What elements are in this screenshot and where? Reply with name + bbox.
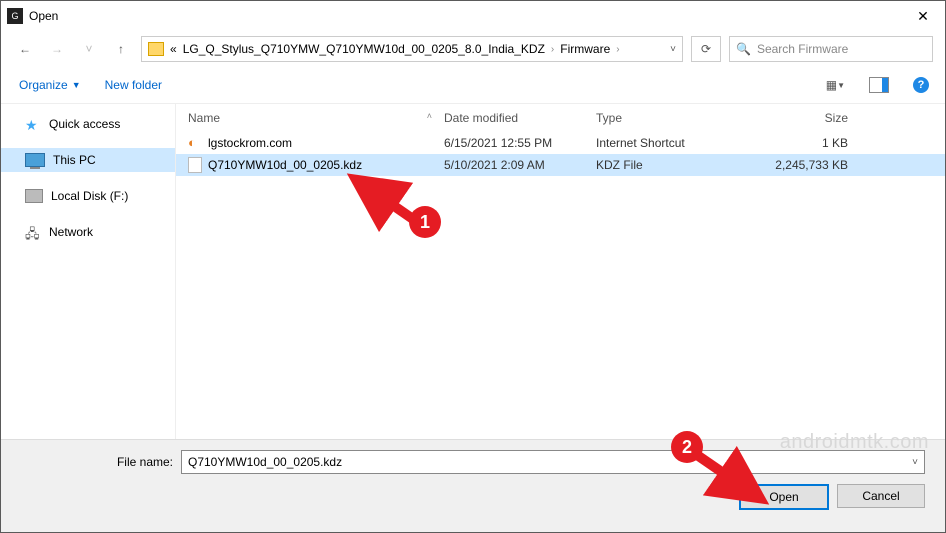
sidebar: ★ Quick access This PC Local Disk (F:) 🖧…: [1, 104, 176, 439]
file-type: KDZ File: [596, 158, 728, 172]
refresh-icon: ⟳: [701, 42, 711, 56]
preview-pane-button[interactable]: [869, 77, 889, 93]
view-icon: ▦: [826, 78, 834, 92]
cancel-button[interactable]: Cancel: [837, 484, 925, 508]
footer: File name: Q710YMW10d_00_0205.kdz ˅ Open…: [1, 439, 945, 532]
close-icon: ✕: [917, 8, 929, 25]
button-row: Open Cancel: [101, 484, 925, 510]
star-icon: ★: [25, 117, 41, 131]
organize-menu[interactable]: Organize ▼: [19, 78, 81, 92]
chevron-right-icon[interactable]: ›: [616, 44, 619, 55]
chevron-down-icon: ▼: [837, 81, 845, 90]
close-button[interactable]: ✕: [903, 1, 943, 31]
disk-icon: [25, 189, 43, 203]
file-row[interactable]: Q710YMW10d_00_0205.kdz 5/10/2021 2:09 AM…: [176, 154, 945, 176]
body: ★ Quick access This PC Local Disk (F:) 🖧…: [1, 104, 945, 439]
sidebar-item-this-pc[interactable]: This PC: [1, 148, 175, 172]
internet-shortcut-icon: ◐: [188, 135, 202, 151]
file-name-input[interactable]: Q710YMW10d_00_0205.kdz ˅: [181, 450, 925, 474]
search-placeholder: Search Firmware: [757, 42, 848, 56]
sidebar-item-local-disk[interactable]: Local Disk (F:): [1, 184, 175, 208]
sidebar-item-label: Quick access: [49, 117, 120, 131]
sidebar-item-quick-access[interactable]: ★ Quick access: [1, 112, 175, 136]
file-name-label: File name:: [101, 455, 173, 469]
new-folder-button[interactable]: New folder: [105, 78, 162, 92]
organize-label: Organize: [19, 78, 68, 92]
file-size: 1 KB: [728, 136, 868, 150]
column-size[interactable]: Size: [728, 111, 868, 125]
pc-icon: [25, 153, 45, 167]
chevron-down-icon: ▼: [72, 80, 81, 90]
annotation-marker-1: 1: [409, 206, 441, 238]
column-date[interactable]: Date modified: [444, 111, 596, 125]
file-size: 2,245,733 KB: [728, 158, 868, 172]
sidebar-item-network[interactable]: 🖧 Network: [1, 220, 175, 244]
file-name: Q710YMW10d_00_0205.kdz: [208, 158, 362, 172]
breadcrumb-current[interactable]: Firmware: [560, 42, 610, 56]
arrow-right-icon: →: [51, 42, 63, 56]
toolbar: Organize ▼ New folder ▦ ▼ ?: [1, 67, 945, 104]
chevron-down-icon[interactable]: ˅: [912, 457, 918, 468]
title-bar: G Open ✕: [1, 1, 945, 31]
file-name-row: File name: Q710YMW10d_00_0205.kdz ˅: [101, 450, 925, 474]
address-dropdown[interactable]: ˅: [670, 44, 676, 55]
sort-indicator-icon: ˄: [427, 111, 432, 121]
help-icon: ?: [918, 79, 925, 91]
recent-button[interactable]: ˅: [77, 37, 101, 61]
refresh-button[interactable]: ⟳: [691, 36, 721, 62]
file-row[interactable]: ◐ lgstockrom.com 6/15/2021 12:55 PM Inte…: [176, 132, 945, 154]
annotation-arrow-2: [689, 443, 779, 513]
chevron-right-icon[interactable]: ›: [551, 44, 554, 55]
arrow-up-icon: ↑: [118, 42, 124, 56]
breadcrumb-parent[interactable]: LG_Q_Stylus_Q710YMW_Q710YMW10d_00_0205_8…: [183, 42, 545, 56]
file-name: lgstockrom.com: [208, 136, 292, 150]
help-button[interactable]: ?: [913, 77, 929, 93]
open-dialog-window: G Open ✕ ← → ˅ ↑ « LG_Q_Stylus_Q710YMW_Q…: [0, 0, 946, 533]
file-date: 6/15/2021 12:55 PM: [444, 136, 596, 150]
file-list-pane: Name ˄ Date modified Type Size ◐ lgstock…: [176, 104, 945, 439]
back-button[interactable]: ←: [13, 37, 37, 61]
search-icon: 🔍: [736, 42, 751, 56]
app-icon: G: [7, 8, 23, 24]
file-icon: [188, 157, 202, 173]
annotation-marker-2: 2: [671, 431, 703, 463]
file-date: 5/10/2021 2:09 AM: [444, 158, 596, 172]
file-type: Internet Shortcut: [596, 136, 728, 150]
folder-icon: [148, 42, 164, 56]
address-bar[interactable]: « LG_Q_Stylus_Q710YMW_Q710YMW10d_00_0205…: [141, 36, 683, 62]
column-type[interactable]: Type: [596, 111, 728, 125]
search-input[interactable]: 🔍 Search Firmware: [729, 36, 933, 62]
forward-button[interactable]: →: [45, 37, 69, 61]
column-headers: Name ˄ Date modified Type Size: [176, 104, 945, 132]
file-name-value: Q710YMW10d_00_0205.kdz: [188, 455, 342, 469]
breadcrumb: « LG_Q_Stylus_Q710YMW_Q710YMW10d_00_0205…: [170, 42, 664, 56]
view-menu[interactable]: ▦ ▼: [826, 78, 845, 92]
network-icon: 🖧: [25, 225, 41, 239]
sidebar-item-label: Local Disk (F:): [51, 189, 128, 203]
sidebar-item-label: Network: [49, 225, 93, 239]
column-name[interactable]: Name ˄: [176, 111, 444, 125]
chevron-down-icon: ˅: [85, 42, 92, 56]
breadcrumb-prefix: «: [170, 42, 177, 56]
arrow-left-icon: ←: [19, 42, 31, 56]
sidebar-item-label: This PC: [53, 153, 96, 167]
window-title: Open: [29, 9, 58, 23]
address-row: ← → ˅ ↑ « LG_Q_Stylus_Q710YMW_Q710YMW10d…: [1, 31, 945, 67]
up-button[interactable]: ↑: [109, 37, 133, 61]
